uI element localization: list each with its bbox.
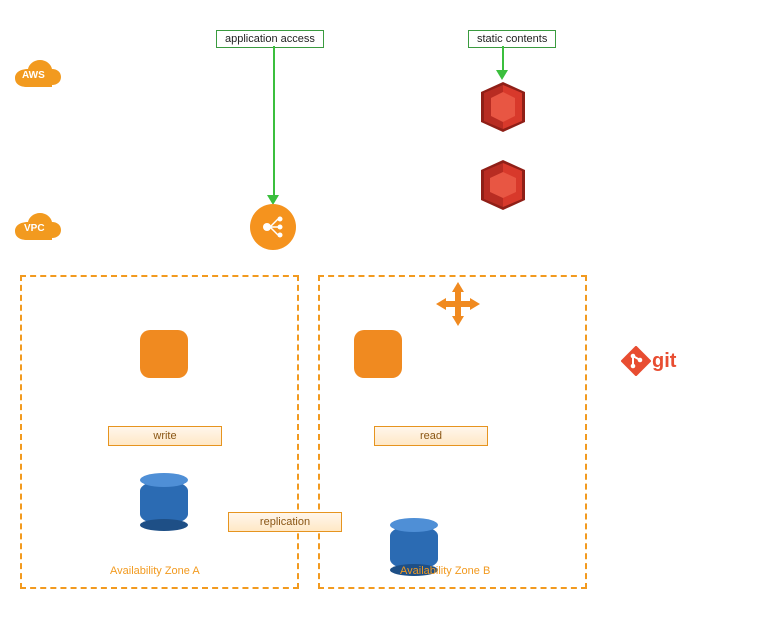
replication-label: replication — [228, 512, 342, 532]
scale-arrows-icon — [436, 282, 480, 331]
vpc-cloud-label: VPC — [24, 223, 45, 234]
aws-cloud-label: AWS — [22, 70, 45, 81]
ec2-instance-b — [354, 330, 402, 378]
az-a-caption: Availability Zone A — [110, 565, 200, 577]
read-label: read — [374, 426, 488, 446]
az-b-caption: Availability Zone B — [400, 565, 490, 577]
git-label: git — [652, 350, 676, 373]
rds-database-a — [140, 480, 188, 525]
application-access-label: application access — [216, 30, 324, 48]
load-balancer-icon — [250, 204, 296, 250]
architecture-diagram: application access static contents AWS V… — [0, 0, 768, 628]
git-icon — [621, 346, 651, 381]
cloudfront-icon — [475, 82, 531, 137]
rds-database-b — [390, 525, 438, 570]
ec2-instance-a — [140, 330, 188, 378]
arrow-static-contents-head — [496, 70, 508, 80]
write-label: write — [108, 426, 222, 446]
static-contents-label: static contents — [468, 30, 556, 48]
arrow-app-access — [273, 46, 275, 196]
arrow-static-contents — [502, 46, 504, 71]
s3-icon — [475, 160, 531, 215]
